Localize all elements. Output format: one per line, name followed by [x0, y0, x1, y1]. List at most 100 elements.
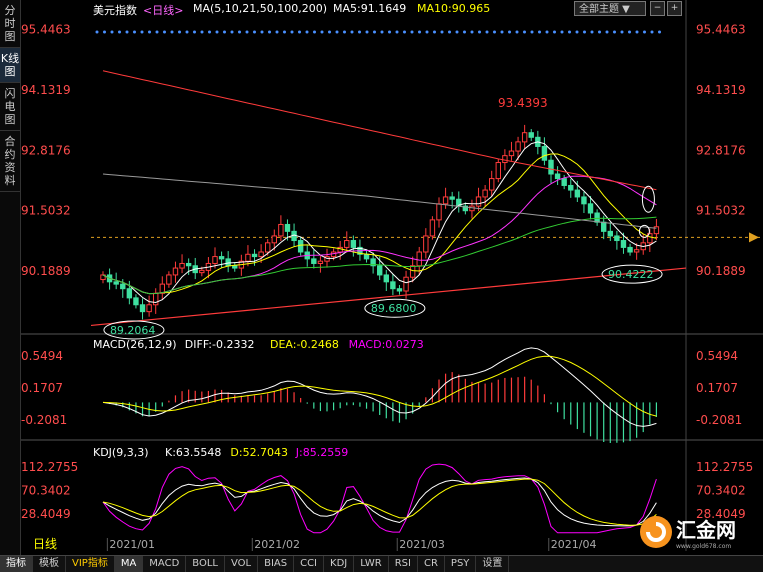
theme-select[interactable]: 全部主题 ▼: [574, 1, 646, 16]
bottom-tab-0[interactable]: 指标: [0, 556, 33, 572]
bottom-tab-8[interactable]: CCI: [294, 556, 325, 572]
candle-body: [225, 258, 231, 267]
ruler-dot: [575, 30, 579, 34]
ruler-dot: [140, 30, 144, 34]
ruler-dot: [448, 30, 451, 34]
candle-body: [113, 281, 119, 285]
plus-button[interactable]: +: [667, 1, 682, 16]
bottom-tab-4[interactable]: MACD: [143, 556, 187, 572]
candle-body: [120, 283, 126, 290]
high-label: 93.4393: [498, 96, 548, 110]
ma200-line: [102, 70, 657, 191]
main-ytick-right-4: 90.1889: [696, 264, 746, 278]
bottom-tab-11[interactable]: RSI: [389, 556, 418, 572]
bottom-tab-3[interactable]: MA: [114, 556, 144, 572]
ruler-dot: [290, 30, 294, 34]
ruler-dot: [365, 30, 369, 34]
ruler-dot: [643, 30, 646, 34]
chart-area[interactable]: 美元指数 <日线> MA(5,10,21,50,100,200) MA5:91.…: [5, 0, 763, 551]
ruler-dot: [260, 30, 264, 34]
ruler-dot: [170, 30, 174, 34]
svg-text:汇金网: 汇金网: [676, 518, 736, 542]
ruler-dot: [560, 30, 564, 34]
side-tab-contract-info[interactable]: 合约资料: [0, 131, 20, 192]
candle-body: [265, 242, 271, 253]
main-ytick-right-2: 92.8176: [696, 143, 746, 157]
bottom-tab-5[interactable]: BOLL: [186, 556, 225, 572]
candle-body: [199, 269, 205, 274]
x-month-label-2: 2021/03: [399, 538, 445, 551]
bottom-tab-10[interactable]: LWR: [354, 556, 389, 572]
ruler-dot: [650, 30, 654, 34]
ruler-dot: [463, 30, 466, 34]
bottom-tab-12[interactable]: CR: [418, 556, 445, 572]
bottom-tab-2[interactable]: VIP指标: [66, 556, 115, 572]
macd-ytick-right-1: 0.1707: [696, 381, 738, 395]
bottom-tab-14[interactable]: 设置: [476, 556, 510, 572]
candle-body: [344, 240, 350, 248]
candle-body: [133, 297, 139, 306]
main-ytick-left-2: 92.8176: [21, 143, 71, 157]
candle-body: [251, 253, 258, 258]
candle-body: [587, 203, 594, 214]
side-tab-flash[interactable]: 闪电图: [0, 83, 20, 131]
candle-body: [489, 178, 495, 191]
low-mar-label: 89.6800: [371, 302, 417, 315]
candle-body: [548, 159, 554, 175]
candle-body: [166, 274, 172, 285]
side-tab-timeshare[interactable]: 分时图: [0, 0, 20, 48]
candle-body: [607, 230, 613, 237]
candle-body: [350, 240, 357, 248]
ruler-dot: [388, 30, 391, 34]
low-jan-label: 89.2064: [110, 324, 156, 337]
ruler-dot: [118, 30, 121, 34]
ruler-dot: [373, 30, 376, 34]
candle-body: [449, 196, 455, 200]
candle-body: [574, 189, 581, 198]
ruler-dot: [425, 30, 429, 34]
kdj-header-0: KDJ(9,3,3): [93, 446, 149, 459]
candle-body: [278, 223, 284, 237]
ruler-dot: [185, 30, 189, 34]
svg-text:www.gold678.com: www.gold678.com: [676, 543, 731, 550]
kdj-d-line: [102, 478, 657, 526]
main-ytick-right-0: 95.4463: [696, 23, 746, 37]
ruler-dot: [568, 30, 571, 34]
candle-body: [482, 189, 488, 198]
ruler-dot: [523, 30, 526, 34]
bottom-tab-9[interactable]: KDJ: [324, 556, 355, 572]
candle-body: [436, 203, 442, 221]
ruler-dot: [238, 30, 241, 34]
candle-body: [568, 184, 574, 191]
bottom-tab-6[interactable]: VOL: [225, 556, 259, 572]
bottom-tab-1[interactable]: 模板: [33, 556, 66, 572]
candle-body: [212, 256, 218, 264]
candle-body: [179, 262, 185, 269]
ruler-dot: [620, 30, 624, 34]
candle-body: [515, 141, 521, 152]
ruler-dot: [628, 30, 631, 34]
candle-body: [363, 253, 370, 260]
ruler-dot: [395, 30, 399, 34]
macd-header-1: DIFF:-0.2332: [185, 338, 255, 351]
ruler-dot: [313, 30, 316, 34]
candle-body: [126, 288, 133, 299]
kdj-header-3: J:85.2559: [295, 446, 348, 459]
ruler-dot: [538, 30, 541, 34]
ruler-dot: [613, 30, 616, 34]
candle-body: [423, 235, 429, 253]
ruler-dot: [268, 30, 271, 34]
ruler-dot: [493, 30, 496, 34]
macd-ytick-left-1: 0.1707: [21, 381, 63, 395]
candle-body: [633, 249, 640, 253]
side-tab-kline[interactable]: K线图: [0, 48, 20, 83]
highlight-oval-1: [641, 185, 655, 213]
bottom-tab-7[interactable]: BIAS: [258, 556, 295, 572]
bottom-tab-13[interactable]: PSY: [445, 556, 477, 572]
ruler-dot: [305, 30, 309, 34]
ruler-dot: [215, 30, 219, 34]
gold678-logo: 汇金网 www.gold678.com: [640, 516, 736, 550]
ma100-line: [102, 173, 657, 229]
ruler-dot: [103, 30, 106, 34]
minus-button[interactable]: −: [650, 1, 665, 16]
